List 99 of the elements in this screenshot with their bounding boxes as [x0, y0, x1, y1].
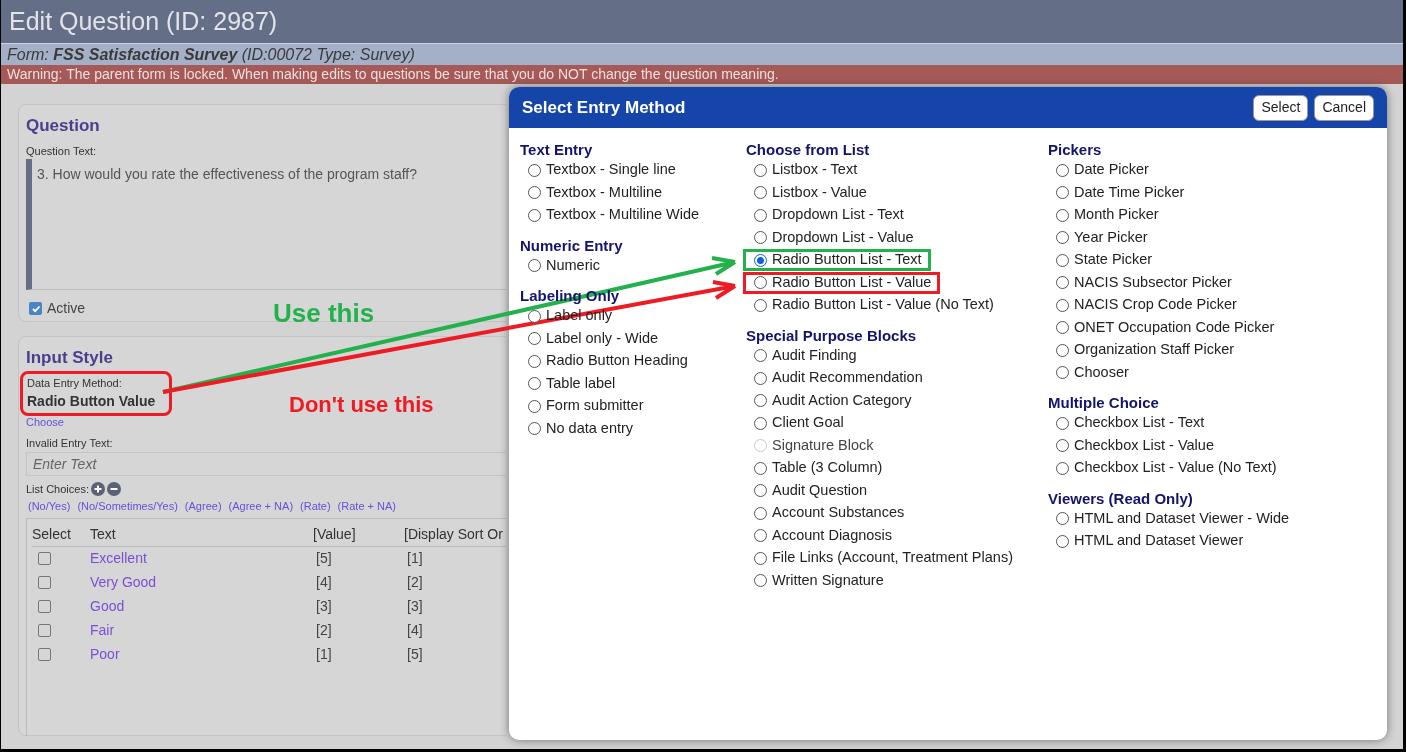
column-header: Select [32, 524, 72, 544]
preset-link[interactable]: (Rate + NA) [337, 498, 396, 515]
section-heading: Special Purpose Blocks [746, 326, 918, 345]
radio-option[interactable]: Radio Button List - Text [743, 249, 931, 272]
radio-option[interactable]: Date Time Picker [1045, 181, 1194, 204]
column-header: [Value] [313, 524, 357, 544]
table-cell[interactable]: Very Good [90, 572, 313, 593]
table-cell-text: [2] [406, 573, 423, 592]
preset-link[interactable]: (Rate) [300, 498, 331, 515]
radio-option[interactable]: Audit Finding [743, 344, 866, 367]
row-checkbox[interactable] [38, 624, 51, 637]
radio-option[interactable]: Numeric [517, 254, 609, 277]
radio-option[interactable]: Checkbox List - Text [1045, 412, 1214, 435]
section-heading: Multiple Choice [1048, 394, 1160, 412]
table-cell-text: [3] [406, 597, 423, 616]
dialog-button[interactable]: Cancel [1314, 94, 1374, 121]
panel-heading: Input Style [26, 347, 114, 369]
radio-option[interactable]: Listbox - Value [743, 181, 876, 204]
table-cell[interactable]: Poor [90, 644, 313, 665]
section-heading: Choose from List [746, 141, 871, 159]
radio-option[interactable]: HTML and Dataset Viewer [1045, 530, 1253, 553]
radio-option[interactable]: Dropdown List - Value [743, 226, 923, 249]
warning-text: Warning: The parent form is locked. When making edits to questions be sure that you do NOT change the question meaning. [7, 65, 779, 84]
table-cell-text: [1] [315, 645, 333, 664]
column-header: Text [90, 524, 117, 544]
radio-option[interactable]: Table label [517, 372, 625, 395]
field-label: Data Entry Method: [27, 375, 123, 391]
active-checkbox[interactable] [29, 302, 42, 315]
radio-option[interactable]: Date Picker [1045, 159, 1158, 182]
method-value: Radio Button Value [27, 392, 157, 411]
dialog-button[interactable]: Select [1253, 94, 1309, 121]
radio-option[interactable]: Radio Button List - Value [743, 271, 941, 294]
row-checkbox[interactable] [38, 600, 51, 613]
radio-option[interactable]: Label only - Wide [517, 327, 668, 350]
radio-option[interactable]: Month Picker [1045, 204, 1168, 227]
radio-option[interactable]: Client Goal [743, 412, 853, 435]
preset-link[interactable]: (No/Sometimes/Yes) [77, 498, 178, 515]
radio-option[interactable]: Checkbox List - Value (No Text) [1045, 457, 1286, 480]
radio-option[interactable]: ONET Occupation Code Picker [1045, 316, 1284, 339]
table-cell-text: [1] [406, 549, 423, 568]
column-header: [Display Sort Or [404, 524, 503, 544]
section-heading: Numeric Entry [520, 236, 624, 255]
section-heading: Viewers (Read Only) [1048, 489, 1194, 508]
radio-option[interactable]: Checkbox List - Value [1045, 434, 1223, 457]
radio-option[interactable]: HTML and Dataset Viewer - Wide [1045, 507, 1299, 530]
radio-option[interactable]: Audit Action Category [743, 389, 921, 412]
table-cell[interactable]: Good [90, 596, 313, 617]
form-info: Form: FSS Satisfaction Survey (ID:00072 Type: Survey) [7, 44, 415, 65]
radio-option[interactable]: Form submitter [517, 395, 653, 418]
field-label: Invalid Entry Text: [26, 436, 114, 451]
remove-icon[interactable] [107, 481, 121, 496]
radio-option[interactable]: No data entry [517, 417, 643, 440]
radio-option[interactable]: Textbox - Multiline Wide [517, 204, 709, 227]
radio-option[interactable]: Written Signature [743, 569, 893, 592]
radio-option[interactable]: NACIS Subsector Picker [1045, 271, 1241, 294]
checkbox-label: Active [47, 299, 86, 318]
preset-link[interactable]: (Agree + NA) [228, 498, 294, 515]
invalid-text-field[interactable]: Enter Text [26, 451, 506, 476]
row-checkbox[interactable] [38, 648, 51, 661]
radio-option[interactable]: Account Diagnosis [743, 524, 902, 547]
dialog-title: Select Entry Method [522, 96, 686, 119]
radio-option[interactable]: Audit Question [743, 479, 877, 502]
radio-option[interactable]: Chooser [1045, 361, 1138, 384]
radio-option[interactable]: Textbox - Single line [517, 159, 685, 182]
radio-option[interactable]: Audit Recommendation [743, 367, 932, 390]
table-cell-text: [5] [315, 549, 333, 568]
field-label: Question Text: [26, 143, 98, 159]
annotation-label: Use this [273, 297, 375, 330]
radio-option[interactable]: NACIS Crop Code Picker [1045, 294, 1246, 317]
table-cell[interactable]: Fair [90, 620, 313, 641]
preset-link[interactable]: (No/Yes) [28, 498, 71, 515]
radio-option[interactable]: Table (3 Column) [743, 457, 892, 480]
radio-option[interactable]: Dropdown List - Text [743, 204, 913, 227]
section-heading: Pickers [1048, 141, 1103, 159]
radio-option[interactable]: State Picker [1045, 249, 1162, 272]
page-title: Edit Question (ID: 2987) [9, 5, 278, 37]
add-icon[interactable] [91, 481, 105, 496]
row-checkbox[interactable] [38, 552, 51, 565]
radio-option[interactable]: File Links (Account, Treatment Plans) [743, 547, 1022, 570]
table-cell-text: [3] [315, 597, 333, 616]
section-heading: Text Entry [520, 141, 594, 159]
table-cell[interactable]: Excellent [90, 548, 313, 569]
panel-heading: Question [26, 115, 101, 137]
row-checkbox[interactable] [38, 576, 51, 589]
table-cell-text: [4] [406, 621, 423, 640]
radio-option[interactable]: Radio Button Heading [517, 350, 697, 373]
radio-option[interactable]: Listbox - Text [743, 159, 867, 182]
radio-option[interactable]: Radio Button List - Value (No Text) [743, 294, 1003, 317]
choose-link[interactable]: Choose [26, 416, 506, 429]
radio-option[interactable]: Organization Staff Picker [1045, 339, 1244, 362]
radio-option[interactable]: Year Picker [1045, 226, 1157, 249]
table-cell-text: [5] [406, 645, 423, 664]
annotation-label: Don't use this [289, 391, 434, 419]
preset-link[interactable]: (Agree) [184, 498, 222, 515]
table-cell-text: [2] [315, 621, 333, 640]
radio-option[interactable]: Account Substances [743, 502, 914, 525]
table-cell-text: [4] [315, 573, 333, 592]
field-label: List Choices: [26, 481, 89, 497]
radio-option[interactable]: Textbox - Multiline [517, 181, 672, 204]
